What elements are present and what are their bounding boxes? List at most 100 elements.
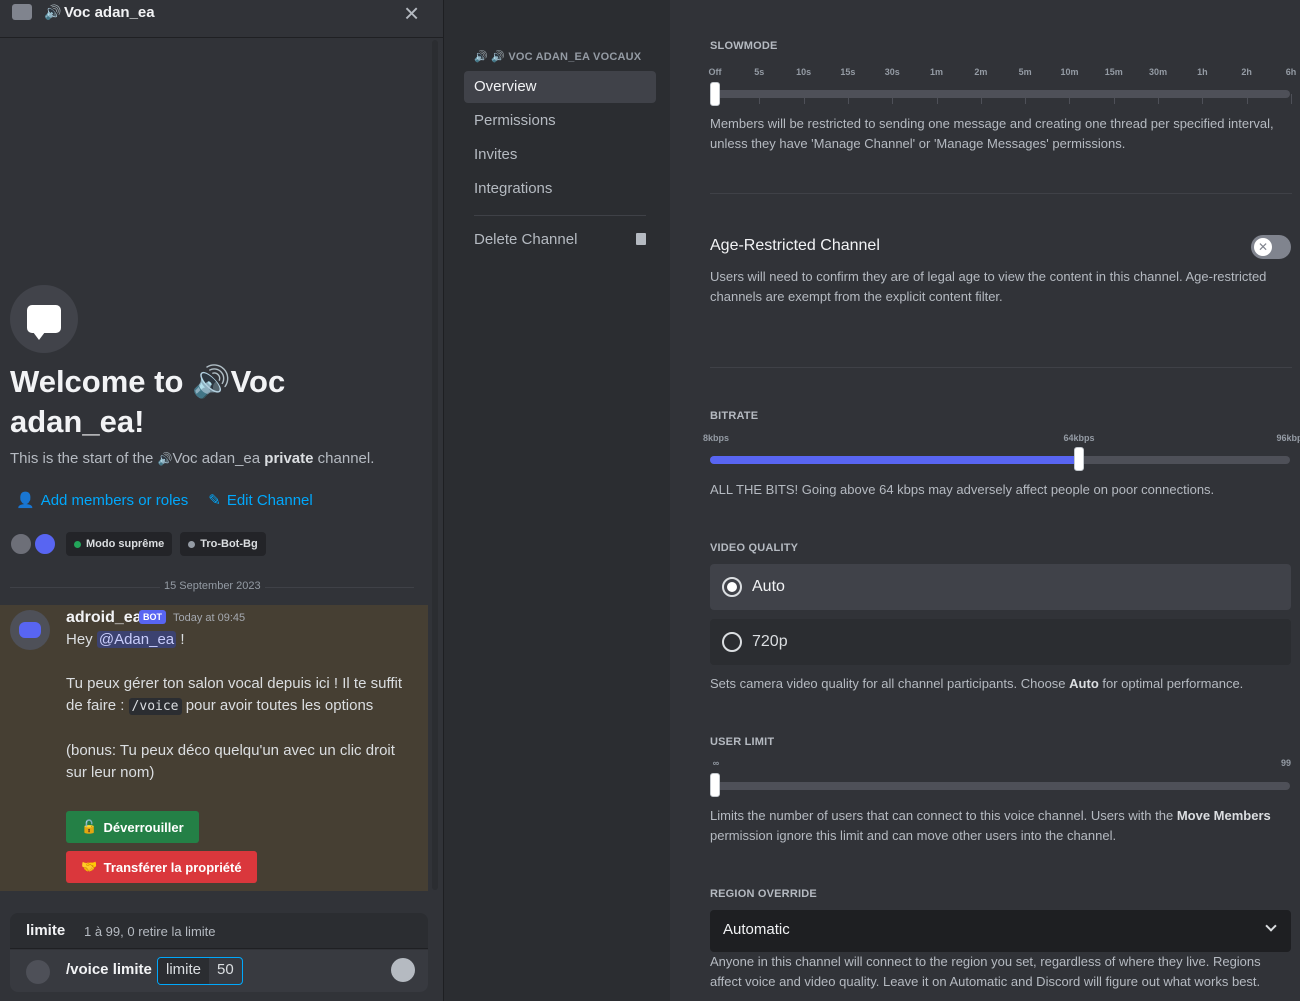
slowmode-tick-mark — [1202, 94, 1204, 104]
message-timestamp: Today at 09:45 — [173, 612, 246, 624]
slowmode-tick-label: 15m — [1104, 67, 1123, 77]
slowmode-tick-label: 5s — [754, 67, 765, 77]
slowmode-tick-label: 10s — [796, 67, 812, 77]
region-heading: REGION OVERRIDE — [710, 888, 817, 900]
bitrate-slider-handle[interactable] — [1073, 447, 1084, 471]
slowmode-tick-mark — [892, 94, 894, 104]
message-composer[interactable]: /voice limite limite 50 — [10, 950, 428, 992]
role-color-dot — [74, 540, 81, 548]
unlock-button[interactable]: 🔓 Déverrouiller — [66, 811, 199, 843]
speaker-icon: 🔊 — [157, 452, 173, 466]
slowmode-tick-mark — [1246, 94, 1248, 104]
slowmode-tick-label: 2h — [1241, 67, 1252, 77]
channel-title: Voc adan_ea — [64, 4, 155, 21]
thread-icon — [12, 4, 32, 20]
welcome-actions: 👤 Add members or roles ✎ Edit Channel — [16, 491, 313, 509]
chat-bubble-icon — [27, 305, 61, 340]
trash-icon — [636, 233, 646, 245]
age-restricted-title: Age-Restricted Channel — [710, 237, 880, 254]
slowmode-tick-label: 2m — [974, 67, 988, 77]
user-limit-max-label: 99 — [1280, 758, 1292, 768]
avatar — [26, 960, 50, 984]
user-mention[interactable]: @Adan_ea — [96, 631, 177, 648]
chat-titlebar: 🔊 Voc adan_ea × — [0, 0, 444, 38]
user-limit-tick-labels: ∞ 99 — [710, 758, 1292, 772]
sidebar-item-integrations[interactable]: Integrations — [464, 173, 656, 205]
sidebar-separator — [474, 215, 646, 216]
bitrate-max-label: 96kbps — [1276, 433, 1300, 443]
role-pill[interactable]: Modo suprême — [66, 532, 173, 556]
option-key: limite — [158, 958, 210, 984]
slowmode-tick-label: 6h — [1285, 67, 1297, 77]
date-divider: 15 September 2023 — [10, 580, 414, 592]
slowmode-tick-label: 10m — [1060, 67, 1079, 77]
user-limit-description: Limits the number of users that can conn… — [710, 808, 1271, 843]
video-quality-720p[interactable]: 720p — [710, 619, 1291, 665]
slowmode-tick-label: 15s — [840, 67, 856, 77]
bitrate-slider-track[interactable] — [710, 456, 1290, 464]
avatar[interactable] — [10, 533, 32, 555]
slowmode-tick-mark — [936, 94, 938, 104]
transfer-ownership-button[interactable]: 🤝 Transférer la propriété — [66, 851, 257, 883]
user-limit-slider-track[interactable] — [710, 782, 1290, 790]
bitrate-tick-labels: 8kbps 64kbps 96kbps — [703, 433, 1300, 447]
section-divider — [710, 367, 1292, 368]
welcome-title: Welcome to 🔊Voc adan_ea! — [10, 364, 286, 439]
slowmode-tick-mark — [980, 94, 982, 104]
role-color-dot — [188, 540, 196, 548]
add-members-button[interactable]: 👤 Add members or roles — [16, 491, 188, 509]
speaker-icon: 🔊 — [192, 364, 231, 399]
chat-scrollbar[interactable] — [432, 40, 438, 890]
chevron-down-icon — [1265, 920, 1277, 932]
video-quality-auto[interactable]: Auto — [710, 564, 1291, 610]
sidebar-item-overview[interactable]: Overview — [464, 71, 656, 103]
slowmode-tick-mark — [1113, 94, 1115, 104]
option-value[interactable]: 50 — [209, 958, 242, 984]
avatar[interactable] — [34, 533, 56, 555]
user-limit-min-label: ∞ — [712, 758, 720, 768]
add-user-icon: 👤 — [16, 492, 35, 509]
sidebar-item-permissions[interactable]: Permissions — [464, 105, 656, 137]
slowmode-tick-mark — [759, 94, 761, 104]
age-restricted-toggle[interactable]: ✕ — [1251, 235, 1291, 259]
slowmode-tick-label: 5m — [1018, 67, 1032, 77]
discord-logo-icon — [19, 622, 41, 638]
user-limit-heading: USER LIMIT — [710, 736, 775, 748]
member-row: Modo suprême Tro-Bot-Bg — [10, 532, 266, 556]
sidebar-header: 🔊 🔊 VOC ADAN_EA VOCAUX — [474, 51, 642, 63]
slowmode-heading: SLOWMODE — [710, 40, 778, 52]
x-icon: ✕ — [1254, 238, 1272, 256]
close-icon[interactable]: × — [404, 0, 419, 26]
bot-badge: BOT — [139, 610, 166, 624]
slowmode-tick-labels: Off 5s 10s 15s 30s 1m 2m 5m 10m 15m 30m 1h 2h 6h — [709, 67, 1297, 81]
slowmode-tick-mark — [1158, 94, 1160, 104]
message: adroid_ea BOT Today at 09:45 Hey @Adan_e… — [0, 605, 428, 891]
slowmode-slider-handle[interactable] — [710, 82, 720, 106]
bitrate-description: ALL THE BITS! Going above 64 kbps may ad… — [710, 482, 1215, 497]
slowmode-tick-mark — [803, 94, 805, 104]
region-description: Anyone in this channel will connect to t… — [710, 954, 1261, 989]
bitrate-mid-label: 64kbps — [1063, 433, 1095, 443]
slowmode-tick-label: 1h — [1197, 67, 1208, 77]
radio-selected-icon — [722, 577, 742, 597]
option-description: 1 à 99, 0 retire la limite — [84, 924, 216, 939]
speaker-icon: 🔊 🔊 — [474, 51, 506, 63]
delete-channel-button[interactable]: Delete Channel — [464, 224, 656, 256]
user-limit-slider-handle[interactable] — [710, 773, 720, 797]
welcome-subtitle: This is the start of the 🔊Voc adan_ea pr… — [10, 450, 375, 467]
radio-icon — [722, 632, 742, 652]
region-select[interactable]: Automatic — [710, 910, 1291, 952]
edit-channel-button[interactable]: ✎ Edit Channel — [208, 491, 312, 509]
command-option-input[interactable]: limite 50 — [157, 957, 243, 985]
role-pill[interactable]: Tro-Bot-Bg — [180, 532, 266, 556]
avatar[interactable] — [10, 610, 50, 650]
chat-pane: 🔊 Voc adan_ea × Welcome to 🔊Voc adan_ea!… — [0, 0, 444, 1001]
slowmode-tick-mark — [847, 94, 849, 104]
slowmode-tick-label: 1m — [930, 67, 944, 77]
sidebar-item-invites[interactable]: Invites — [464, 139, 656, 171]
emoji-icon[interactable] — [391, 958, 415, 982]
message-author[interactable]: adroid_ea — [66, 609, 142, 627]
pencil-icon: ✎ — [208, 492, 221, 509]
handshake-icon: 🤝 — [81, 859, 98, 874]
speaker-icon: 🔊 — [44, 4, 62, 20]
